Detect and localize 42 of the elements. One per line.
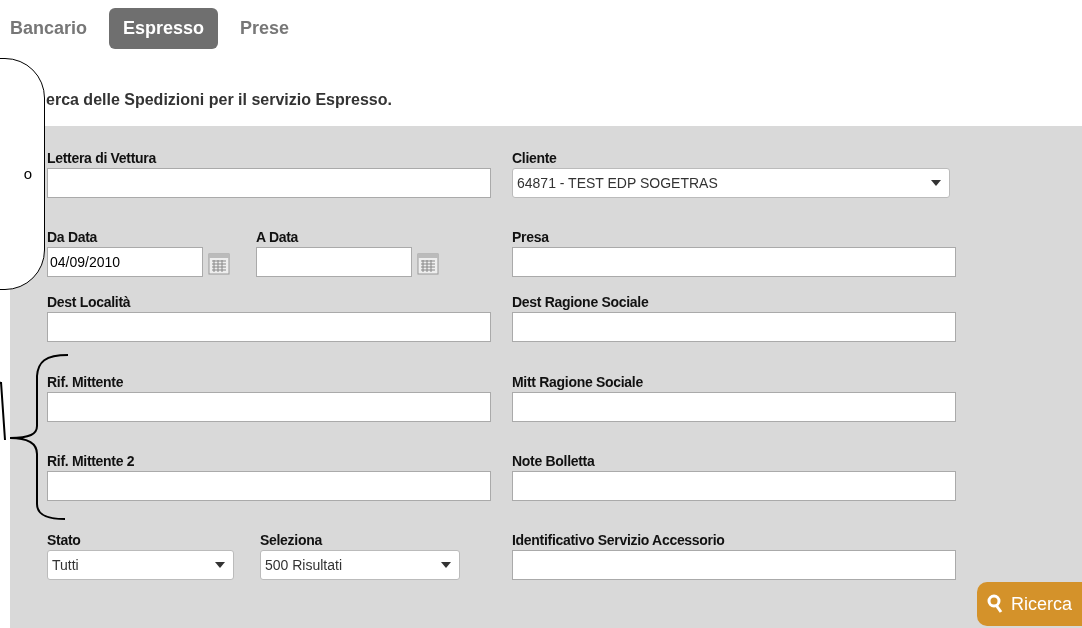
field-label: Lettera di Vettura — [47, 149, 158, 168]
field-label: Stato — [47, 531, 82, 550]
caret-icon — [441, 562, 451, 568]
input-field[interactable] — [512, 471, 956, 501]
input-field[interactable] — [47, 392, 491, 422]
field-label: A Data — [256, 228, 300, 247]
tab[interactable]: Espresso — [109, 8, 219, 49]
dropdown[interactable]: 500 Risultati — [260, 550, 460, 580]
field-label: Da Data — [47, 228, 99, 247]
input-field[interactable] — [512, 312, 956, 342]
calendar-icon[interactable] — [417, 253, 439, 275]
search-icon — [987, 594, 1003, 614]
page-heading: erca delle Spedizioni per il servizio Espresso. — [46, 90, 393, 110]
date-field[interactable]: 04/09/2010 — [47, 247, 203, 277]
input-field[interactable] — [512, 247, 956, 277]
caret-icon — [215, 562, 225, 568]
input-field[interactable] — [47, 471, 491, 501]
calendar-icon[interactable] — [208, 253, 230, 275]
input-field[interactable] — [47, 168, 491, 198]
callout-text: o — [23, 163, 32, 184]
input-field[interactable] — [512, 550, 956, 580]
field-label: Mitt Ragione Sociale — [512, 373, 644, 392]
tab[interactable]: Bancario — [10, 8, 88, 49]
field-label: Cliente — [512, 149, 558, 168]
field-label: Identificativo Servizio Accessorio — [512, 531, 726, 550]
date-field[interactable] — [256, 247, 412, 277]
dropdown[interactable]: Tutti — [47, 550, 234, 580]
input-field[interactable] — [47, 312, 491, 342]
input-field[interactable] — [512, 392, 956, 422]
dropdown-value: 64871 - TEST EDP SOGETRAS — [517, 173, 718, 193]
caret-icon — [931, 180, 941, 186]
field-label: Dest Ragione Sociale — [512, 293, 650, 312]
dropdown-value: 500 Risultati — [265, 555, 343, 575]
tab[interactable]: Prese — [240, 8, 290, 49]
field-label: Presa — [512, 228, 550, 247]
field-label: Rif. Mittente — [47, 373, 125, 392]
field-label: Seleziona — [260, 531, 324, 550]
field-label: Dest Località — [47, 293, 132, 312]
dropdown-value: Tutti — [52, 555, 79, 575]
field-label: Rif. Mittente 2 — [47, 452, 136, 471]
dropdown[interactable]: 64871 - TEST EDP SOGETRAS — [512, 168, 950, 198]
field-label: Note Bolletta — [512, 452, 596, 471]
